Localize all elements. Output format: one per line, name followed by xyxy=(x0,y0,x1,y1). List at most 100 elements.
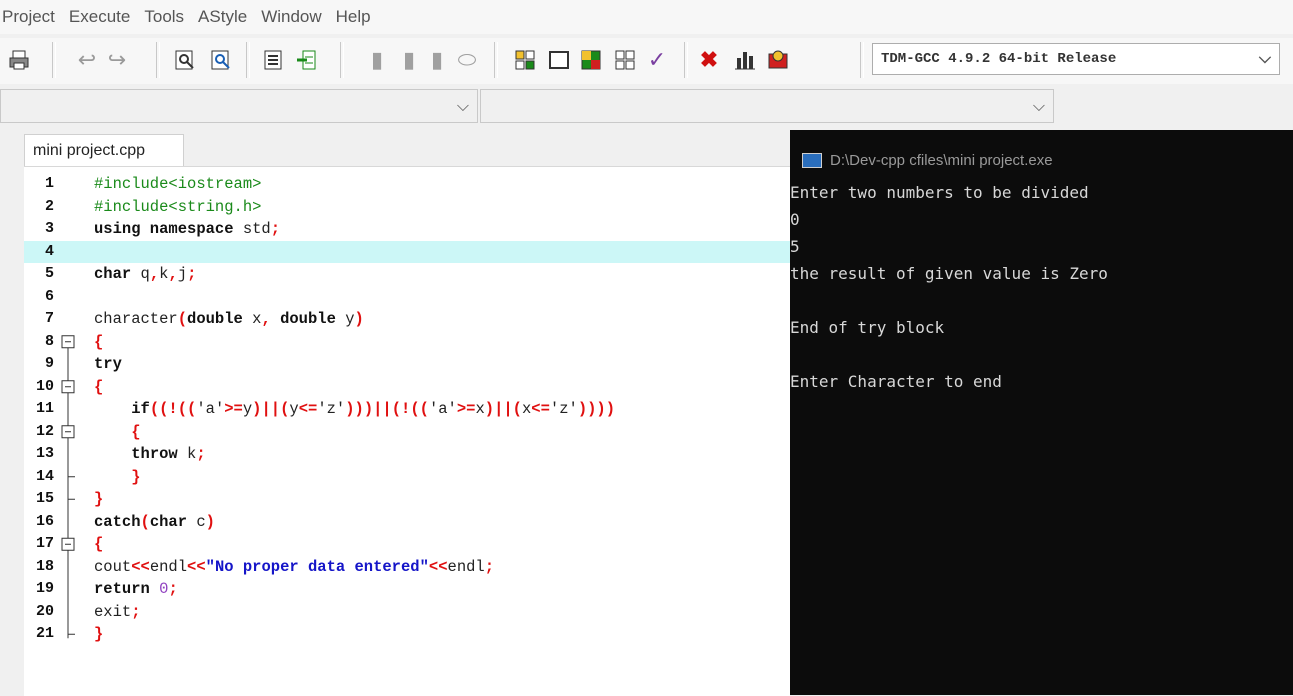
unindent-icon[interactable] xyxy=(292,45,322,75)
compile-icon[interactable] xyxy=(510,45,540,75)
find-icon[interactable] xyxy=(170,45,200,75)
line-number: 6 xyxy=(44,287,54,305)
code-text: } xyxy=(94,625,104,643)
run-icon[interactable] xyxy=(544,45,574,75)
code-line[interactable]: 15} xyxy=(24,488,790,511)
code-line[interactable]: 9 try xyxy=(24,353,790,376)
code-line[interactable]: 8{ xyxy=(24,331,790,354)
code-line[interactable]: 14 } xyxy=(24,466,790,489)
menu-bar: Project Execute Tools AStyle Window Help xyxy=(0,0,1293,34)
bookmark-next-icon[interactable]: ▮ xyxy=(422,45,452,75)
line-number: 18 xyxy=(35,557,54,575)
code-line[interactable]: 1 #include<iostream> xyxy=(24,173,790,196)
code-text: char q,k,j; xyxy=(94,265,197,283)
undo-icon[interactable]: ↩ xyxy=(72,45,102,75)
line-number: 17 xyxy=(35,535,54,552)
console-app-icon xyxy=(802,152,822,168)
code-line[interactable]: 18 cout<<endl<<"No proper data entered"<<… xyxy=(24,556,790,579)
console-line: Enter Character to end xyxy=(790,372,1002,391)
code-line[interactable]: 20 exit; xyxy=(24,601,790,624)
line-number: 3 xyxy=(44,220,54,237)
line-number: 8 xyxy=(44,332,54,350)
tab-mini-project[interactable]: mini project.cpp xyxy=(24,134,184,166)
code-line[interactable]: 13 throw k; xyxy=(24,443,790,466)
menu-help[interactable]: Help xyxy=(329,7,378,27)
syntax-check-icon[interactable]: ✓ xyxy=(642,45,672,75)
code-line[interactable]: 16 catch(char c) xyxy=(24,511,790,534)
code-text: #include<string.h> xyxy=(94,197,262,216)
bookmark-toggle-icon[interactable]: ⬭ xyxy=(452,45,482,75)
line-number: 9 xyxy=(44,355,54,372)
code-text: { xyxy=(131,422,141,441)
console-line: the result of given value is Zero xyxy=(790,264,1108,283)
console-line: 5 xyxy=(790,237,800,256)
line-number: 14 xyxy=(35,467,54,485)
chart-icon[interactable] xyxy=(730,45,760,75)
replace-icon[interactable] xyxy=(206,45,236,75)
redo-icon[interactable]: ↪ xyxy=(102,45,132,75)
code-line[interactable]: 4 xyxy=(24,240,790,263)
code-text: exit; xyxy=(94,602,141,621)
code-text: throw k; xyxy=(131,445,206,463)
code-line[interactable]: 6 xyxy=(24,286,790,309)
console-window: D:\Dev-cpp cfiles\mini project.exe Enter… xyxy=(790,130,1293,695)
compile-run-icon[interactable] xyxy=(576,45,606,75)
code-text: return 0; xyxy=(94,580,178,598)
code-line[interactable]: 21} xyxy=(24,623,790,646)
code-line[interactable]: 17 { xyxy=(24,533,790,556)
line-number: 21 xyxy=(35,625,54,642)
code-text: { xyxy=(94,332,104,351)
indent-icon[interactable] xyxy=(258,45,288,75)
code-text: { xyxy=(94,535,104,553)
code-text: #include<iostream> xyxy=(94,175,262,193)
class-combo[interactable]: ⌵ xyxy=(0,89,478,123)
line-number: 15 xyxy=(35,490,54,507)
console-title: D:\Dev-cpp cfiles\mini project.exe xyxy=(830,151,1053,169)
chevron-down-icon: ⌵ xyxy=(1258,50,1271,68)
code-line[interactable]: 11 if((!(('a'>=y)||(y<='z')))||(!(('a'>=… xyxy=(24,398,790,421)
line-number: 5 xyxy=(44,265,54,282)
code-line[interactable]: 3 using namespace std; xyxy=(24,218,790,241)
class-browser-bar: ⌵ ⌵ xyxy=(0,86,1293,126)
code-line[interactable]: 10 { xyxy=(24,376,790,399)
code-text: if((!(('a'>=y)||(y<='z')))||(!(('a'>=x)|… xyxy=(131,400,616,418)
code-line[interactable]: 7 character(double x, double y) xyxy=(24,308,790,331)
line-number: 12 xyxy=(35,422,54,440)
code-line[interactable]: 12 { xyxy=(24,421,790,444)
menu-astyle[interactable]: AStyle xyxy=(191,7,254,27)
line-number: 19 xyxy=(35,580,54,597)
line-number: 4 xyxy=(44,242,54,260)
function-combo[interactable]: ⌵ xyxy=(480,89,1054,123)
bookmark-icon[interactable]: ▮ xyxy=(362,45,392,75)
code-editor[interactable]: 1 #include<iostream> 2 #include<string.h> 3 u… xyxy=(24,166,790,696)
console-line: End of try block xyxy=(790,318,945,337)
stop-icon[interactable]: ✖ xyxy=(694,45,724,75)
chevron-down-icon: ⌵ xyxy=(456,98,469,115)
console-line: 0 xyxy=(790,210,800,229)
code-text: try xyxy=(94,355,122,373)
code-text: } xyxy=(131,467,141,486)
compiler-select[interactable]: TDM-GCC 4.9.2 64-bit Release ⌵ xyxy=(872,43,1280,75)
line-number: 1 xyxy=(44,175,54,192)
console-titlebar: D:\Dev-cpp cfiles\mini project.exe xyxy=(790,148,1293,172)
print-icon[interactable] xyxy=(4,45,34,75)
chevron-down-icon: ⌵ xyxy=(1032,98,1045,115)
menu-project[interactable]: Project xyxy=(0,7,62,27)
line-number: 16 xyxy=(35,512,54,530)
line-number: 2 xyxy=(44,197,54,215)
code-line[interactable]: 2 #include<string.h> xyxy=(24,196,790,219)
console-line: Enter two numbers to be divided xyxy=(790,183,1089,202)
code-line[interactable]: 5 char q,k,j; xyxy=(24,263,790,286)
bookmark-prev-icon[interactable]: ▮ xyxy=(394,45,424,75)
menu-execute[interactable]: Execute xyxy=(62,7,137,27)
line-number: 10 xyxy=(35,377,54,395)
code-line[interactable]: 19 return 0; xyxy=(24,578,790,601)
toolbar: ↩ ↪ ▮ ▮ ▮ ⬭ ✓ ✖ TDM-GCC 4.9.2 64-bit Rel… xyxy=(0,38,1293,84)
menu-tools[interactable]: Tools xyxy=(137,7,191,27)
line-number: 13 xyxy=(35,445,54,462)
editor-pane: mini project.cpp 1 #include<iostream> 2 #in… xyxy=(0,130,790,696)
compiler-select-value: TDM-GCC 4.9.2 64-bit Release xyxy=(881,51,1117,67)
debug-icon[interactable] xyxy=(764,45,794,75)
rebuild-icon[interactable] xyxy=(610,45,640,75)
menu-window[interactable]: Window xyxy=(254,7,328,27)
